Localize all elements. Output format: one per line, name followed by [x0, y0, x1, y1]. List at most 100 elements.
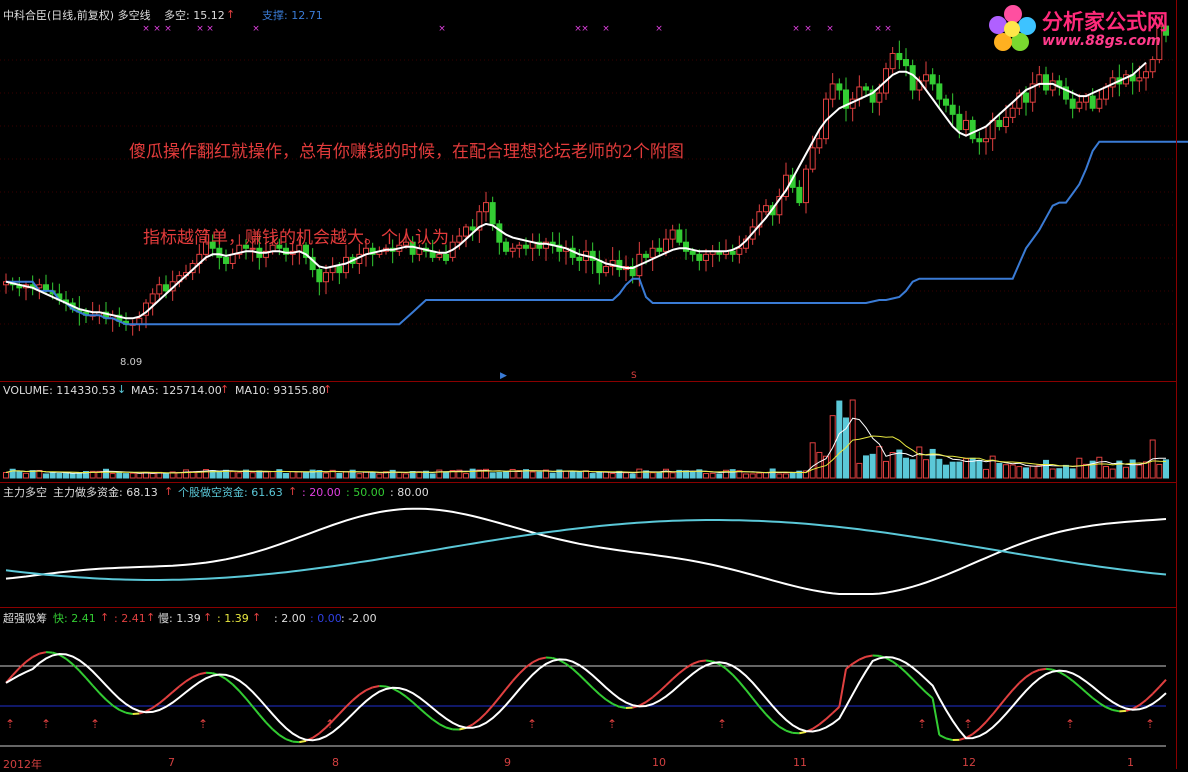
annotation-line1: 傻瓜操作翻红就操作，总有你赚钱的时候，在配合理想论坛老师的2个附图 — [129, 137, 684, 162]
volume-bar-down — [370, 473, 375, 478]
candle-up — [670, 230, 675, 239]
volume-bar-down — [444, 472, 449, 478]
volume-bar-up — [990, 456, 995, 478]
candle-up — [804, 169, 809, 202]
x-label-12: 12 — [962, 756, 976, 769]
ind1-v1: : 20.00 — [302, 486, 341, 499]
slow-label: 慢: 1.39 — [158, 612, 201, 625]
fast-line-segment — [779, 727, 786, 731]
fast-line-segment — [606, 700, 613, 704]
low-price-label: 8.09 — [120, 356, 142, 369]
fast-line-segment — [1026, 673, 1033, 677]
fast-line-segment — [1033, 670, 1040, 673]
buy-arrow-icon: ⇡ — [41, 717, 51, 731]
fast-line-segment — [93, 685, 100, 692]
fast-line-segment — [19, 662, 26, 668]
x-marker: × — [438, 24, 446, 34]
duokong-label: 多空: 15.12 — [164, 9, 225, 22]
candle-up — [650, 248, 655, 257]
volume-bar-down — [837, 401, 842, 478]
ind1-v2: : 50.00 — [346, 486, 385, 499]
volume-bar-down — [937, 459, 942, 478]
right-border — [1176, 0, 1177, 769]
up-arrow-icon: ↑ — [146, 611, 155, 624]
panel-divider-price — [0, 381, 1176, 382]
x-marker: × — [206, 24, 214, 34]
candle-up — [150, 294, 155, 303]
fast-line-segment — [599, 694, 606, 699]
candle-down — [490, 203, 495, 224]
volume-label: VOLUME: 114330.53 — [3, 384, 116, 397]
candle-up — [510, 248, 515, 251]
volume-bar-up — [1124, 467, 1129, 478]
volume-bar-up — [357, 474, 362, 478]
fast-line-segment — [506, 681, 513, 689]
fast-line-segment — [646, 697, 653, 702]
volume-bar-down — [950, 462, 955, 478]
fast-line-segment — [679, 668, 686, 673]
fast-line-segment — [766, 714, 773, 721]
fast-line-segment — [946, 738, 953, 740]
fast-line-segment — [733, 675, 740, 682]
candle-up — [344, 257, 349, 272]
x-label-1: 1 — [1127, 756, 1134, 769]
buy-arrow-icon: ⇡ — [198, 717, 208, 731]
candle-up — [1077, 102, 1082, 108]
fast-line-segment — [866, 655, 873, 656]
fast-line-segment — [1066, 676, 1073, 681]
fast-line-segment — [419, 708, 426, 714]
fast-line-segment — [406, 697, 413, 703]
volume-bar-down — [50, 473, 55, 478]
volume-bar-down — [910, 460, 915, 478]
volume-bar-up — [4, 473, 9, 478]
fast-line-segment — [353, 695, 360, 701]
up-arrow-icon: ↑ — [203, 611, 212, 624]
candle-down — [657, 248, 662, 251]
candle-up — [1144, 72, 1149, 78]
fast-line-segment — [619, 707, 626, 708]
volume-bar-up — [924, 460, 929, 478]
volume-bar-up — [704, 474, 709, 478]
candle-down — [164, 285, 169, 291]
candle-up — [250, 248, 255, 249]
fast-line-segment — [573, 669, 580, 675]
volume-bar-down — [790, 473, 795, 478]
volume-bar-up — [850, 400, 855, 478]
fast2-label: : 2.41 — [114, 612, 146, 625]
candle-down — [677, 230, 682, 242]
candle-down — [1070, 99, 1075, 108]
volume-bar-up — [530, 472, 535, 478]
volume-bar-up — [230, 472, 235, 478]
fast-line-segment — [99, 693, 106, 700]
candle-up — [877, 93, 882, 102]
volume-bar-up — [764, 473, 769, 478]
candle-up — [704, 254, 709, 260]
ma5-label: MA5: 125714.00 — [131, 384, 222, 397]
x-marker: × — [792, 24, 800, 34]
candle-up — [810, 148, 815, 169]
volume-bar-up — [564, 471, 569, 478]
fast-line-segment — [433, 719, 440, 724]
fast-line-segment — [446, 727, 453, 729]
candle-down — [697, 254, 702, 260]
volume-bar-up — [1097, 457, 1102, 478]
candle-up — [817, 139, 822, 148]
x-marker: × — [153, 24, 161, 34]
candle-down — [337, 267, 342, 273]
candle-up — [464, 227, 469, 236]
fast-line-segment — [833, 707, 840, 713]
fast-line-segment — [999, 698, 1006, 706]
volume-bar-up — [1004, 465, 1009, 478]
fast-line-segment — [539, 658, 546, 659]
fast-line-segment — [33, 654, 40, 657]
flower-logo-icon — [985, 0, 1045, 58]
candle-up — [924, 75, 929, 81]
volume-bar-down — [657, 473, 662, 478]
fast-line-segment — [66, 659, 73, 664]
candle-up — [517, 245, 522, 248]
x-marker: × — [164, 24, 172, 34]
ind2-v1: : 2.00 — [274, 612, 306, 625]
volume-bar-up — [344, 472, 349, 478]
candle-down — [904, 60, 909, 66]
candle-up — [764, 206, 769, 212]
